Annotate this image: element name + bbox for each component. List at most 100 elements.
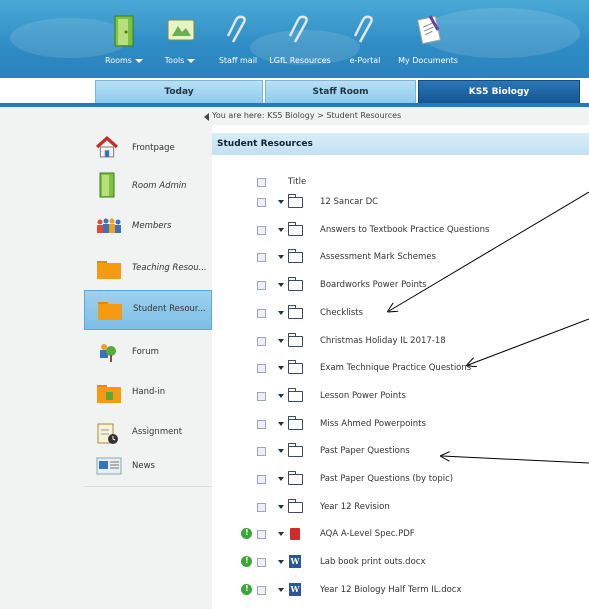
file-name-link[interactable]: Year 12 Biology Half Term IL.docx (320, 577, 462, 603)
file-name-link[interactable]: Answers to Textbook Practice Questions (320, 217, 489, 243)
row-menu-arrow-icon[interactable] (278, 504, 284, 509)
file-name-link[interactable]: 12 Sancar DC (320, 189, 378, 215)
file-name-link[interactable]: Past Paper Questions (320, 438, 410, 464)
row-checkbox[interactable] (257, 447, 266, 457)
table-row[interactable]: AQA A-Level Spec.PDF (212, 520, 589, 547)
table-row[interactable]: W Lab book print outs.docx (212, 548, 589, 575)
file-name-link[interactable]: AQA A-Level Spec.PDF (320, 521, 415, 547)
row-menu-arrow-icon[interactable] (278, 532, 284, 537)
row-menu-arrow-icon[interactable] (278, 587, 284, 592)
table-row[interactable]: Checklists (212, 300, 589, 326)
table-row[interactable]: Past Paper Questions (212, 438, 589, 464)
row-menu-arrow-icon[interactable] (278, 560, 284, 565)
sidebar-item-news[interactable]: News (84, 448, 212, 486)
row-menu-arrow-icon[interactable] (278, 421, 284, 426)
table-row[interactable]: W Year 12 Biology Half Term IL.docx (212, 576, 589, 603)
row-checkbox[interactable] (257, 364, 266, 374)
sidebar-item-student-resources[interactable]: Student Resour... (84, 290, 212, 330)
row-checkbox[interactable] (257, 253, 266, 263)
tab-ks5-biology[interactable]: KS5 Biology (418, 80, 580, 103)
sidebar-item-members[interactable]: Members (84, 208, 212, 246)
row-checkbox[interactable] (257, 336, 266, 346)
row-menu-arrow-icon[interactable] (278, 477, 284, 481)
rooms-menu-button[interactable]: Rooms (96, 10, 152, 70)
sidebar-item-assignment[interactable]: Assignment (84, 414, 212, 452)
folder-icon (288, 221, 303, 236)
row-checkbox[interactable] (257, 558, 266, 568)
sidebar-item-room-admin[interactable]: Room Admin (84, 168, 212, 206)
row-menu-arrow-icon[interactable] (278, 366, 284, 371)
file-name-link[interactable]: Lab book print outs.docx (320, 549, 426, 575)
row-checkbox[interactable] (257, 198, 266, 207)
row-checkbox[interactable] (257, 530, 266, 540)
row-menu-arrow-icon[interactable] (278, 310, 284, 315)
table-row[interactable]: Miss Ahmed Powerpoints (212, 411, 589, 437)
table-row[interactable]: Lesson Power Points (212, 383, 589, 409)
row-menu-arrow-icon[interactable] (278, 227, 284, 232)
file-name-link[interactable]: Assessment Mark Schemes (320, 244, 436, 270)
table-row[interactable]: Christmas Holiday IL 2017-18 (212, 328, 589, 354)
table-row[interactable]: Year 12 Revision (212, 494, 589, 520)
table-row[interactable]: Boardworks Power Points (212, 272, 589, 298)
row-menu-arrow-icon[interactable] (278, 283, 284, 288)
file-name-link[interactable]: Christmas Holiday IL 2017-18 (320, 328, 446, 354)
select-all-checkbox[interactable] (257, 178, 266, 187)
assignment-icon (97, 423, 118, 444)
file-name-link[interactable]: Boardworks Power Points (320, 272, 427, 298)
folder-icon (288, 249, 303, 264)
title-column-label[interactable]: Title (288, 175, 306, 189)
row-checkbox[interactable] (257, 585, 266, 595)
table-row[interactable]: Answers to Textbook Practice Questions (212, 217, 589, 243)
row-menu-arrow-icon[interactable] (278, 449, 284, 454)
folder-icon (288, 498, 303, 513)
people-icon (97, 218, 121, 233)
folder-icon (97, 261, 121, 279)
folder-icon (98, 302, 122, 320)
file-name-link[interactable]: Checklists (320, 300, 363, 326)
file-name-link[interactable]: Past Paper Questions (by topic) (320, 466, 453, 492)
collapse-arrow-icon[interactable] (204, 113, 209, 121)
my-documents-button[interactable]: My Documents (388, 10, 468, 70)
row-checkbox[interactable] (257, 475, 266, 484)
status-alert-icon[interactable] (241, 576, 252, 602)
row-checkbox[interactable] (257, 502, 266, 512)
status-alert-icon[interactable] (241, 520, 252, 546)
tab-staff-room[interactable]: Staff Room (265, 80, 416, 103)
table-row[interactable]: Past Paper Questions (by topic) (212, 466, 589, 492)
breadcrumb: You are here: KS5 Biology > Student Reso… (204, 108, 589, 124)
row-menu-arrow-icon[interactable] (278, 338, 284, 343)
row-checkbox[interactable] (257, 391, 266, 401)
sidebar-item-forum[interactable]: Forum (84, 334, 212, 372)
row-menu-arrow-icon[interactable] (278, 393, 284, 398)
row-checkbox[interactable] (257, 308, 266, 318)
table-row[interactable]: Assessment Mark Schemes (212, 244, 589, 270)
paperclip-icon (226, 15, 246, 43)
folder-icon (288, 387, 303, 402)
table-row[interactable]: 12 Sancar DC (212, 189, 589, 215)
file-name-link[interactable]: Miss Ahmed Powerpoints (320, 411, 426, 437)
file-name-link[interactable]: Exam Technique Practice Questions (320, 355, 471, 381)
row-checkbox[interactable] (257, 281, 266, 291)
sidebar-item-hand-in[interactable]: Hand-in (84, 374, 212, 412)
room-tabs: Today Staff Room KS5 Biology (0, 78, 589, 106)
tab-underline (0, 103, 589, 107)
tools-icon (167, 19, 195, 41)
file-name-link[interactable]: Year 12 Revision (320, 494, 390, 520)
folder-icon (288, 360, 303, 375)
row-checkbox[interactable] (257, 225, 266, 235)
sidebar-item-teaching-resources[interactable]: Teaching Resou... (84, 250, 212, 288)
status-alert-icon[interactable] (241, 548, 252, 574)
forum-icon (100, 344, 116, 362)
row-menu-arrow-icon[interactable] (278, 200, 284, 204)
staff-mail-button[interactable]: Staff mail (210, 10, 266, 70)
file-name-link[interactable]: Lesson Power Points (320, 383, 406, 409)
sidebar-item-frontpage[interactable]: Frontpage (84, 130, 212, 168)
lgfl-resources-button[interactable]: LGfL Resources (262, 10, 338, 70)
house-icon (96, 136, 118, 158)
tools-menu-button[interactable]: Tools (152, 10, 208, 70)
row-menu-arrow-icon[interactable] (278, 255, 284, 260)
table-row[interactable]: Exam Technique Practice Questions (212, 355, 589, 381)
tab-today[interactable]: Today (95, 80, 263, 103)
eportal-button[interactable]: e-Portal (340, 10, 390, 70)
row-checkbox[interactable] (257, 419, 266, 429)
